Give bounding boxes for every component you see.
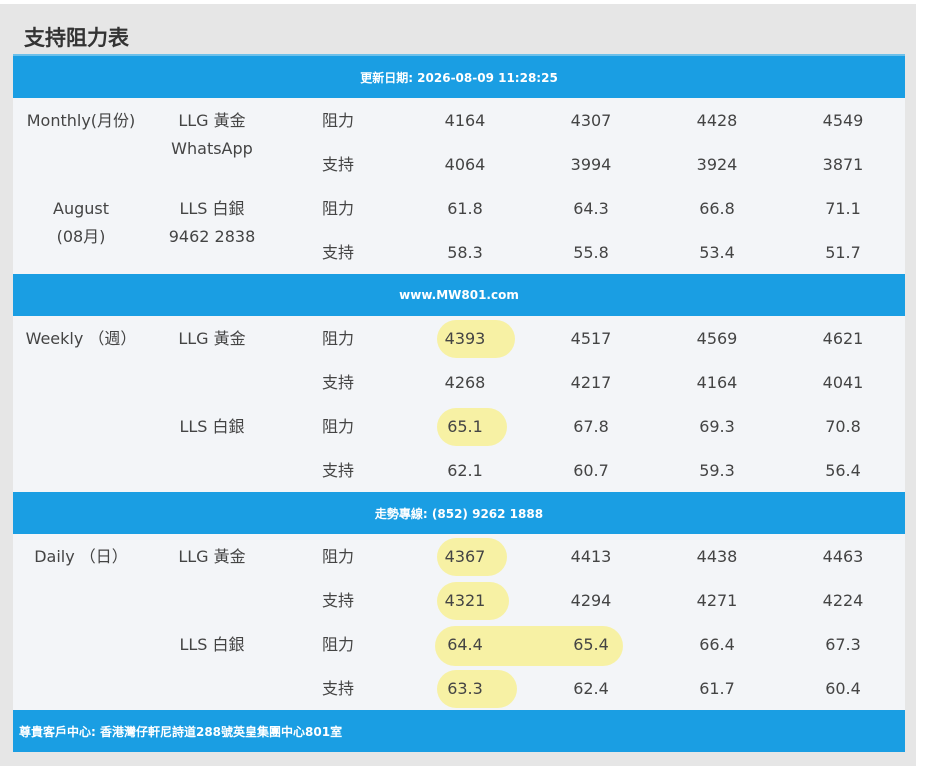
row-type-label: 阻力 bbox=[321, 329, 355, 348]
weekly-silver-label: LLS 白銀 bbox=[179, 417, 245, 436]
value-cell: 62.4 bbox=[573, 679, 609, 698]
value-cell: 67.8 bbox=[573, 417, 609, 436]
value-cell: 62.1 bbox=[447, 461, 483, 480]
value-cell: 51.7 bbox=[825, 243, 861, 262]
value-cell: 60.7 bbox=[573, 461, 609, 480]
monthly-month-number: (08月) bbox=[56, 227, 106, 246]
value-cell: 4224 bbox=[822, 591, 864, 610]
value-cell: 53.4 bbox=[699, 243, 735, 262]
value-cell: 4463 bbox=[822, 547, 864, 566]
row-type-label: 支持 bbox=[321, 679, 355, 698]
value-cell: 3871 bbox=[822, 155, 864, 174]
value-cell: 4393 bbox=[444, 329, 486, 348]
value-cell: 4549 bbox=[822, 111, 864, 130]
value-cell: 4268 bbox=[444, 373, 486, 392]
value-cell: 4321 bbox=[444, 591, 486, 610]
row-type-label: 支持 bbox=[321, 461, 355, 480]
value-cell: 59.3 bbox=[699, 461, 735, 480]
value-cell: 55.8 bbox=[573, 243, 609, 262]
daily-period-label: Daily （日） bbox=[34, 547, 128, 566]
value-cell: 4164 bbox=[696, 373, 738, 392]
hotline-band: 走勢專線: (852) 9262 1888 bbox=[13, 492, 905, 534]
value-cell: 64.4 bbox=[447, 635, 483, 654]
support-resistance-table: 更新日期: 2026-08-09 11:28:25 Monthly(月份) Au… bbox=[13, 54, 905, 752]
value-cell: 3924 bbox=[696, 155, 738, 174]
value-cell: 4217 bbox=[570, 373, 612, 392]
weekly-gold-label: LLG 黃金 bbox=[178, 329, 246, 348]
value-cell: 4307 bbox=[570, 111, 612, 130]
value-cell: 4438 bbox=[696, 547, 738, 566]
value-cell: 71.1 bbox=[825, 199, 861, 218]
value-cell: 4367 bbox=[444, 547, 486, 566]
value-cell: 4413 bbox=[570, 547, 612, 566]
row-type-label: 阻力 bbox=[321, 635, 355, 654]
whatsapp-label: WhatsApp bbox=[171, 139, 253, 158]
daily-gold-label: LLG 黃金 bbox=[178, 547, 246, 566]
monthly-silver-label: LLS 白銀 bbox=[179, 199, 245, 218]
row-type-label: 阻力 bbox=[321, 417, 355, 436]
value-cell: 4041 bbox=[822, 373, 864, 392]
row-type-label: 支持 bbox=[321, 373, 355, 392]
value-cell: 4271 bbox=[696, 591, 738, 610]
value-cell: 4517 bbox=[570, 329, 612, 348]
value-cell: 58.3 bbox=[447, 243, 483, 262]
value-cell: 56.4 bbox=[825, 461, 861, 480]
value-cell: 67.3 bbox=[825, 635, 861, 654]
value-cell: 3994 bbox=[570, 155, 612, 174]
weekly-period-label: Weekly （週） bbox=[25, 329, 137, 348]
value-cell: 4621 bbox=[822, 329, 864, 348]
value-cell: 65.1 bbox=[447, 417, 483, 436]
value-cell: 61.8 bbox=[447, 199, 483, 218]
value-cell: 65.4 bbox=[573, 635, 609, 654]
monthly-period-label: Monthly(月份) bbox=[26, 111, 136, 130]
value-cell: 61.7 bbox=[699, 679, 735, 698]
value-cell: 69.3 bbox=[699, 417, 735, 436]
value-cell: 66.4 bbox=[699, 635, 735, 654]
value-cell: 4569 bbox=[696, 329, 738, 348]
value-cell: 64.3 bbox=[573, 199, 609, 218]
update-date-band: 更新日期: 2026-08-09 11:28:25 bbox=[13, 56, 905, 98]
value-cell: 60.4 bbox=[825, 679, 861, 698]
value-cell: 4164 bbox=[444, 111, 486, 130]
daily-silver-label: LLS 白銀 bbox=[179, 635, 245, 654]
value-cell: 4428 bbox=[696, 111, 738, 130]
page-title: 支持阻力表 bbox=[24, 26, 129, 50]
value-cell: 66.8 bbox=[699, 199, 735, 218]
row-type-label: 支持 bbox=[321, 243, 355, 262]
value-cell: 70.8 bbox=[825, 417, 861, 436]
customer-center-band: 尊貴客戶中心: 香港灣仔軒尼詩道288號英皇集團中心801室 bbox=[13, 710, 905, 752]
value-cell: 4294 bbox=[570, 591, 612, 610]
website-band: www.MW801.com bbox=[13, 274, 905, 316]
value-cell: 4064 bbox=[444, 155, 486, 174]
row-type-label: 阻力 bbox=[321, 111, 355, 130]
whatsapp-number: 9462 2838 bbox=[168, 227, 256, 246]
row-type-label: 阻力 bbox=[321, 199, 355, 218]
row-type-label: 支持 bbox=[321, 155, 355, 174]
row-type-label: 阻力 bbox=[321, 547, 355, 566]
monthly-month-label: August bbox=[53, 199, 109, 218]
monthly-gold-label: LLG 黃金 bbox=[178, 111, 246, 130]
row-type-label: 支持 bbox=[321, 591, 355, 610]
value-cell: 63.3 bbox=[447, 679, 483, 698]
